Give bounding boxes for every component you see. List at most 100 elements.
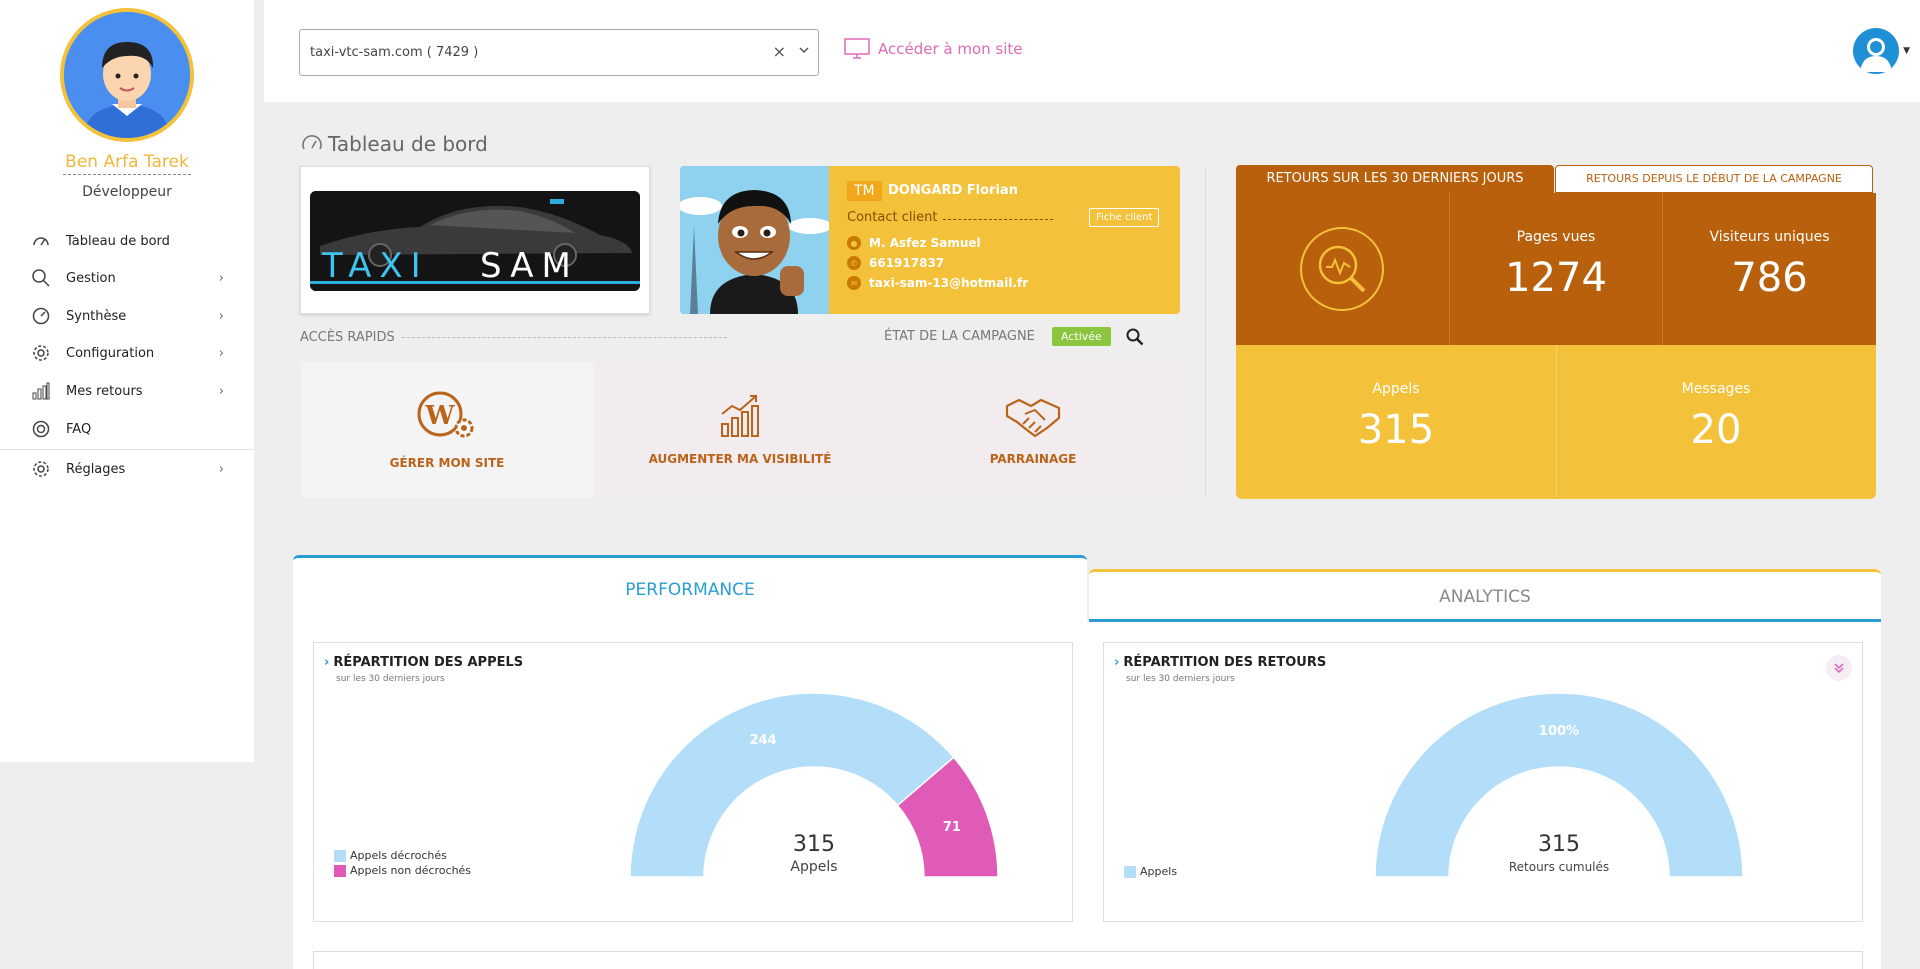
chevron-right-icon: › (218, 383, 224, 399)
gauge-segment-label: 244 (749, 733, 776, 748)
gauge-center-label: Retours cumulés (1509, 860, 1609, 874)
sidebar-item-label: Réglages (66, 461, 126, 477)
legend-item[interactable]: Appels (1124, 865, 1177, 878)
chart-card-appels: › RÉPARTITION DES APPELS sur les 30 dern… (313, 642, 1073, 922)
sidebar-item-label: Tableau de bord (66, 233, 170, 249)
tab-performance[interactable]: PERFORMANCE (293, 555, 1087, 625)
sidebar-item-label: Configuration (66, 345, 155, 361)
user-avatar[interactable] (60, 8, 194, 142)
sidebar-item-label: Mes retours (66, 383, 143, 399)
client-contact-person: ● M. Asfez Samuel (847, 236, 981, 250)
campaign-state-label: ÉTAT DE LA CAMPAGNE (884, 329, 1035, 344)
chart-title: › RÉPARTITION DES APPELS (324, 655, 524, 670)
quick-access-title: ACCÈS RAPIDS (300, 330, 395, 345)
sidebar-item-mes-retours[interactable]: Mes retours › (0, 373, 254, 409)
client-photo (680, 166, 829, 314)
sidebar-divider (0, 449, 254, 450)
bar-chart-icon (30, 380, 52, 402)
chart-subtitle: sur les 30 derniers jours (1126, 674, 1235, 684)
user-menu[interactable]: ▼ (1853, 28, 1910, 74)
sidebar-item-label: FAQ (66, 421, 92, 437)
sidebar-item-label: Gestion (66, 270, 116, 286)
user-name[interactable]: Ben Arfa Tarek (0, 152, 254, 175)
legend-item[interactable]: Appels décrochés (334, 849, 471, 862)
site-select[interactable]: taxi-vtc-sam.com ( 7429 ) × (299, 29, 819, 76)
chart-subtitle: sur les 30 derniers jours (336, 674, 445, 684)
chevron-right-icon: › (218, 345, 224, 361)
client-initials-badge: TM (847, 181, 882, 201)
stats-bottom-panel: Appels 315 Messages 20 (1236, 345, 1876, 499)
sidebar-item-faq[interactable]: FAQ (0, 411, 254, 447)
chart-card-retours: › RÉPARTITION DES RETOURS sur les 30 der… (1103, 642, 1863, 922)
client-logo: TAXI SAM (310, 191, 640, 291)
dashboard-icon (30, 230, 52, 252)
quick-tile-manage-site[interactable]: W GÉRER MON SITE (301, 362, 593, 497)
search-icon[interactable] (1126, 328, 1144, 349)
chevron-right-icon: › (218, 308, 224, 324)
quick-tile-referral[interactable]: PARRAINAGE (887, 362, 1179, 497)
sidebar-item-reglages[interactable]: Réglages › (0, 451, 254, 487)
dashboard-icon (302, 135, 322, 150)
mail-icon: ✉ (847, 276, 861, 290)
monitor-icon (844, 38, 870, 59)
client-name: DONGARD Florian (888, 183, 1018, 198)
wordpress-gear-icon: W (417, 391, 474, 437)
fiche-client-button[interactable]: Fiche client (1089, 208, 1160, 227)
sidebar-item-configuration[interactable]: Configuration › (0, 335, 254, 371)
campaign-status-badge: Activée (1052, 327, 1111, 346)
sidebar-item-synthese[interactable]: Synthèse › (0, 298, 254, 334)
tab-analytics[interactable]: ANALYTICS (1089, 569, 1881, 622)
chart-title: › RÉPARTITION DES RETOURS (1114, 655, 1327, 670)
svg-text:SAM: SAM (480, 246, 579, 286)
lifebuoy-icon (30, 418, 52, 440)
gauge-center-value: 315 (793, 832, 835, 857)
gauge-center-label: Appels (790, 859, 837, 875)
legend-swatch (1124, 865, 1136, 878)
growth-chart-icon (721, 394, 759, 437)
client-phone[interactable]: ✆ 661917837 (847, 256, 944, 270)
chart-legend: Appels (1124, 865, 1177, 880)
chart-legend: Appels décrochés Appels non décrochés (334, 849, 471, 879)
gauge-segment[interactable] (629, 693, 955, 878)
sidebar-item-dashboard[interactable]: Tableau de bord (0, 223, 254, 259)
stat-messages: Messages 20 (1681, 381, 1751, 453)
svg-text:TAXI: TAXI (321, 246, 429, 286)
quick-tile-label: PARRAINAGE (989, 451, 1077, 466)
user-avatar-icon (1853, 28, 1900, 74)
gear-icon (30, 458, 52, 480)
legend-item[interactable]: Appels non décrochés (334, 864, 471, 877)
clear-icon[interactable]: × (773, 42, 786, 61)
sidebar-item-label: Synthèse (66, 308, 127, 324)
chevron-right-icon: › (218, 270, 224, 286)
site-select-value: taxi-vtc-sam.com ( 7429 ) (310, 45, 479, 60)
sidebar: Ben Arfa Tarek Développeur Tableau de bo… (0, 0, 254, 762)
stats-top-panel: Pages vues 1274 Visiteurs uniques 786 (1236, 193, 1876, 345)
gear-icon (30, 342, 52, 364)
gauge-segment-label: 100% (1539, 724, 1579, 739)
gauge-center-value: 315 (1538, 832, 1580, 857)
chevron-down-icon[interactable] (798, 44, 810, 59)
sidebar-item-gestion[interactable]: Gestion › (0, 260, 254, 296)
analytics-magnifier-icon (1298, 225, 1386, 316)
user-role: Développeur (82, 184, 172, 200)
quick-tile-visibility[interactable]: AUGMENTER MA VISIBILITÉ (594, 362, 886, 497)
expand-icon[interactable] (1826, 655, 1852, 681)
client-email[interactable]: ✉ taxi-sam-13@hotmail.fr (847, 276, 1028, 290)
next-section-card (313, 951, 1863, 969)
site-link[interactable]: Accéder à mon site (844, 38, 1023, 60)
svg-text:W: W (424, 401, 455, 431)
tab-since-campaign-start[interactable]: RETOURS DEPUIS LE DÉBUT DE LA CAMPAGNE (1555, 165, 1873, 193)
legend-swatch (334, 864, 346, 877)
contact-label: Contact client (847, 210, 938, 225)
search-icon (30, 267, 52, 289)
gauge-segment-label: 71 (943, 820, 961, 835)
page-title: Tableau de bord (300, 132, 488, 156)
client-card: TM DONGARD Florian Contact client Fiche … (829, 166, 1180, 314)
phone-icon: ✆ (847, 256, 861, 270)
stat-appels: Appels 315 (1357, 381, 1435, 453)
quick-tile-label: GÉRER MON SITE (389, 455, 505, 470)
site-link-label: Accéder à mon site (878, 40, 1023, 58)
quick-tile-label: AUGMENTER MA VISIBILITÉ (648, 451, 832, 466)
tab-last-30-days[interactable]: RETOURS SUR LES 30 DERNIERS JOURS (1236, 165, 1554, 193)
person-icon: ● (847, 236, 861, 250)
